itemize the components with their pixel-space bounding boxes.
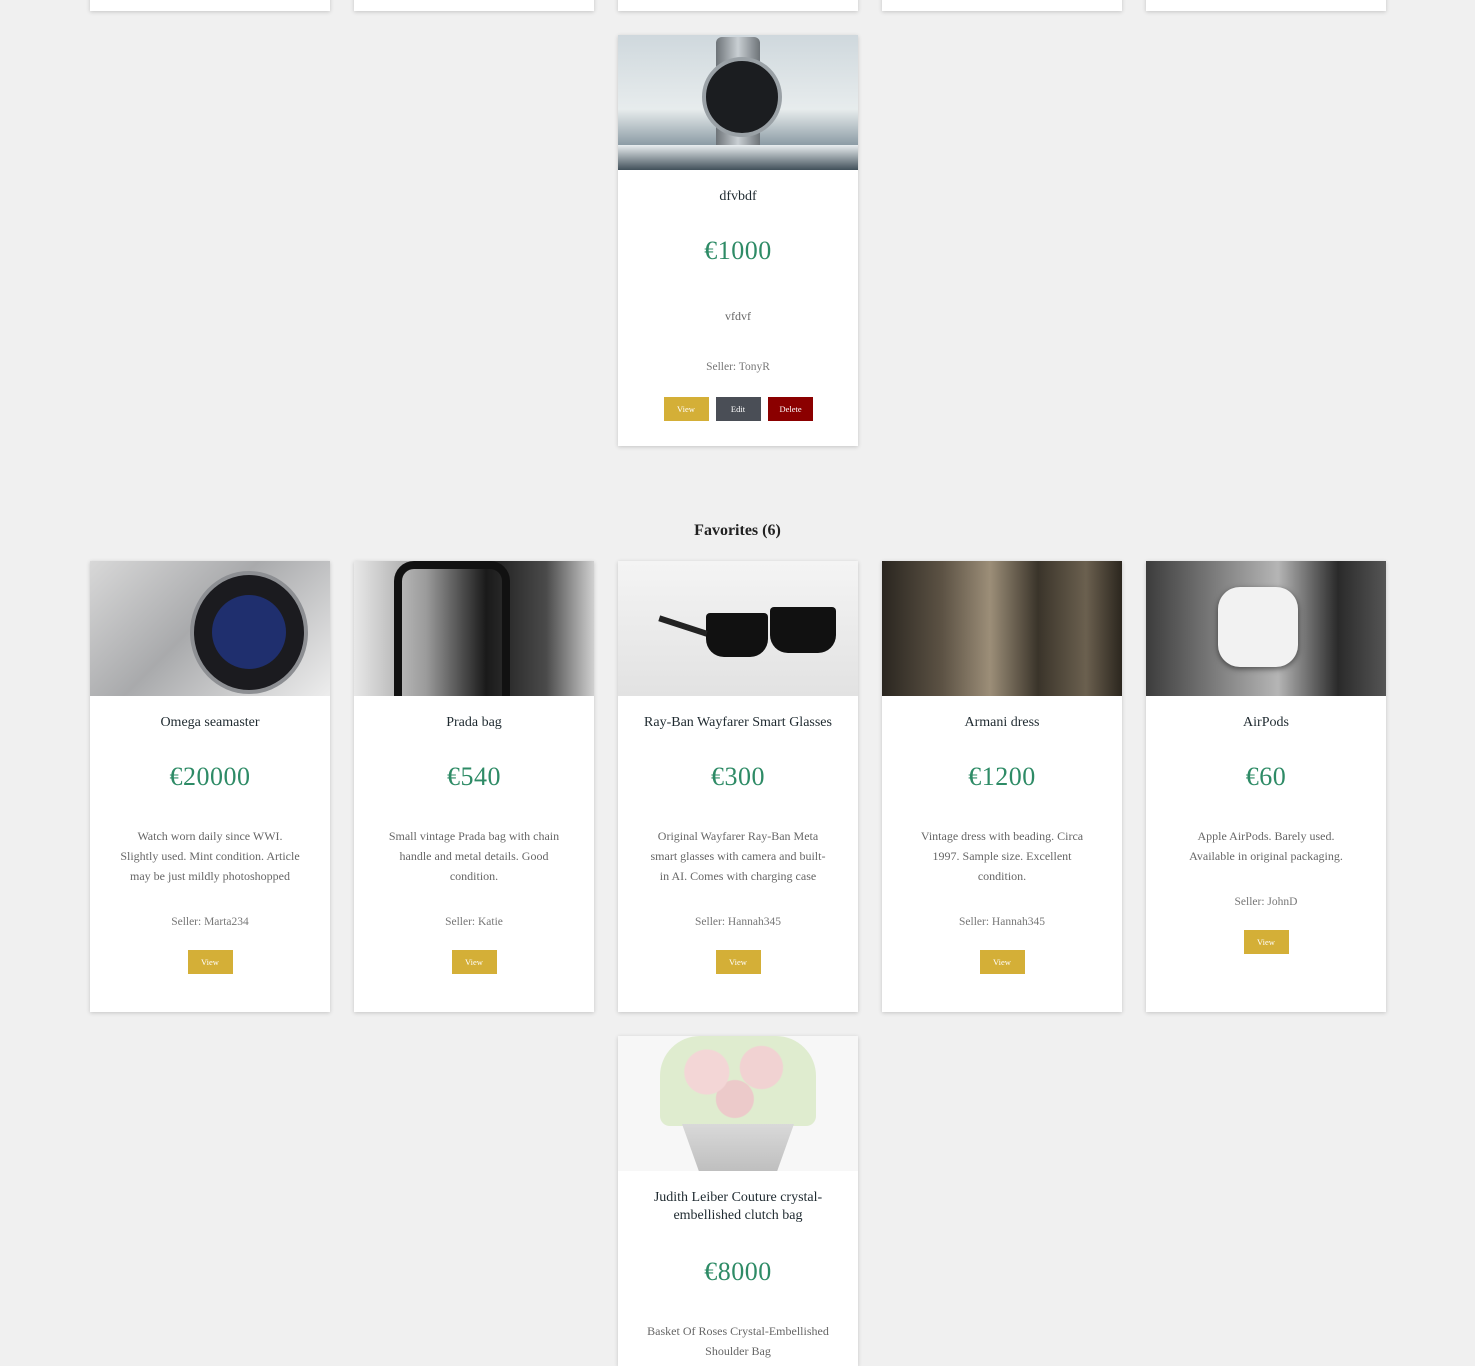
favorite-price: €60 xyxy=(1245,762,1287,791)
favorite-seller: Seller: Marta234 xyxy=(171,916,249,928)
favorite-seller: Seller: Hannah345 xyxy=(695,916,781,928)
favorite-card: AirPods €60 Apple AirPods. Barely used. … xyxy=(1146,561,1386,1012)
favorite-description: Vintage dress with beading. Circa 1997. … xyxy=(920,829,1084,883)
delete-button[interactable]: Delete xyxy=(767,397,813,421)
favorite-card: Omega seamaster €20000 Watch worn daily … xyxy=(90,561,330,1012)
favorite-description: Small vintage Prada bag with chain handl… xyxy=(388,829,560,883)
product-image xyxy=(882,561,1122,696)
favorite-title: Judith Leiber Couture crystal-embellishe… xyxy=(653,1190,823,1223)
favorite-price: €1200 xyxy=(968,762,1036,791)
favorite-card: Armani dress €1200 Vintage dress with be… xyxy=(882,561,1122,1012)
listing-card: dfvbdf €1000 vfdvf Seller: TonyR View Ed… xyxy=(618,35,858,446)
previous-card-stub xyxy=(1146,0,1386,11)
listing-description: vfdvf xyxy=(725,309,751,323)
favorite-description: Apple AirPods. Barely used. Available in… xyxy=(1189,829,1343,863)
edit-button[interactable]: Edit xyxy=(715,397,761,421)
favorite-description: Original Wayfarer Ray-Ban Meta smart gla… xyxy=(650,829,826,883)
favorite-price: €540 xyxy=(447,762,501,791)
favorite-seller: Seller: Katie xyxy=(445,916,503,928)
view-button[interactable]: View xyxy=(663,397,709,421)
favorite-title: Omega seamaster xyxy=(160,715,260,730)
view-button[interactable]: View xyxy=(451,950,497,974)
favorite-price: €20000 xyxy=(169,762,251,791)
view-button[interactable]: View xyxy=(979,950,1025,974)
favorite-seller: Seller: Hannah345 xyxy=(959,916,1045,928)
previous-card-stub xyxy=(882,0,1122,11)
favorite-description: Watch worn daily since WWI. Slightly use… xyxy=(120,829,300,883)
favorite-card: Judith Leiber Couture crystal-embellishe… xyxy=(618,1036,858,1366)
listing-seller: Seller: TonyR xyxy=(706,361,770,373)
favorite-title: Prada bag xyxy=(446,715,502,730)
product-image xyxy=(354,561,594,696)
listing-title: dfvbdf xyxy=(719,189,757,204)
previous-card-stub xyxy=(618,0,858,11)
favorite-card: Ray-Ban Wayfarer Smart Glasses €300 Orig… xyxy=(618,561,858,1012)
favorite-seller: Seller: JohnD xyxy=(1234,896,1298,908)
favorite-price: €300 xyxy=(711,762,765,791)
favorite-description: Basket Of Roses Crystal-Embellished Shou… xyxy=(647,1324,829,1358)
listing-price: €1000 xyxy=(704,236,772,265)
product-image xyxy=(1146,561,1386,696)
favorite-title: AirPods xyxy=(1243,715,1289,730)
product-image xyxy=(618,561,858,696)
previous-card-stub xyxy=(90,0,330,11)
favorite-title: Armani dress xyxy=(964,715,1040,730)
product-image xyxy=(618,1036,858,1171)
view-button[interactable]: View xyxy=(715,950,761,974)
view-button[interactable]: View xyxy=(187,950,233,974)
favorite-card: Prada bag €540 Small vintage Prada bag w… xyxy=(354,561,594,1012)
favorites-heading: Favorites (6) xyxy=(694,522,781,539)
favorite-price: €8000 xyxy=(704,1257,772,1286)
view-button[interactable]: View xyxy=(1243,930,1289,954)
product-image xyxy=(618,35,858,170)
previous-card-stub xyxy=(354,0,594,11)
product-image xyxy=(90,561,330,696)
favorite-title: Ray-Ban Wayfarer Smart Glasses xyxy=(644,715,832,730)
